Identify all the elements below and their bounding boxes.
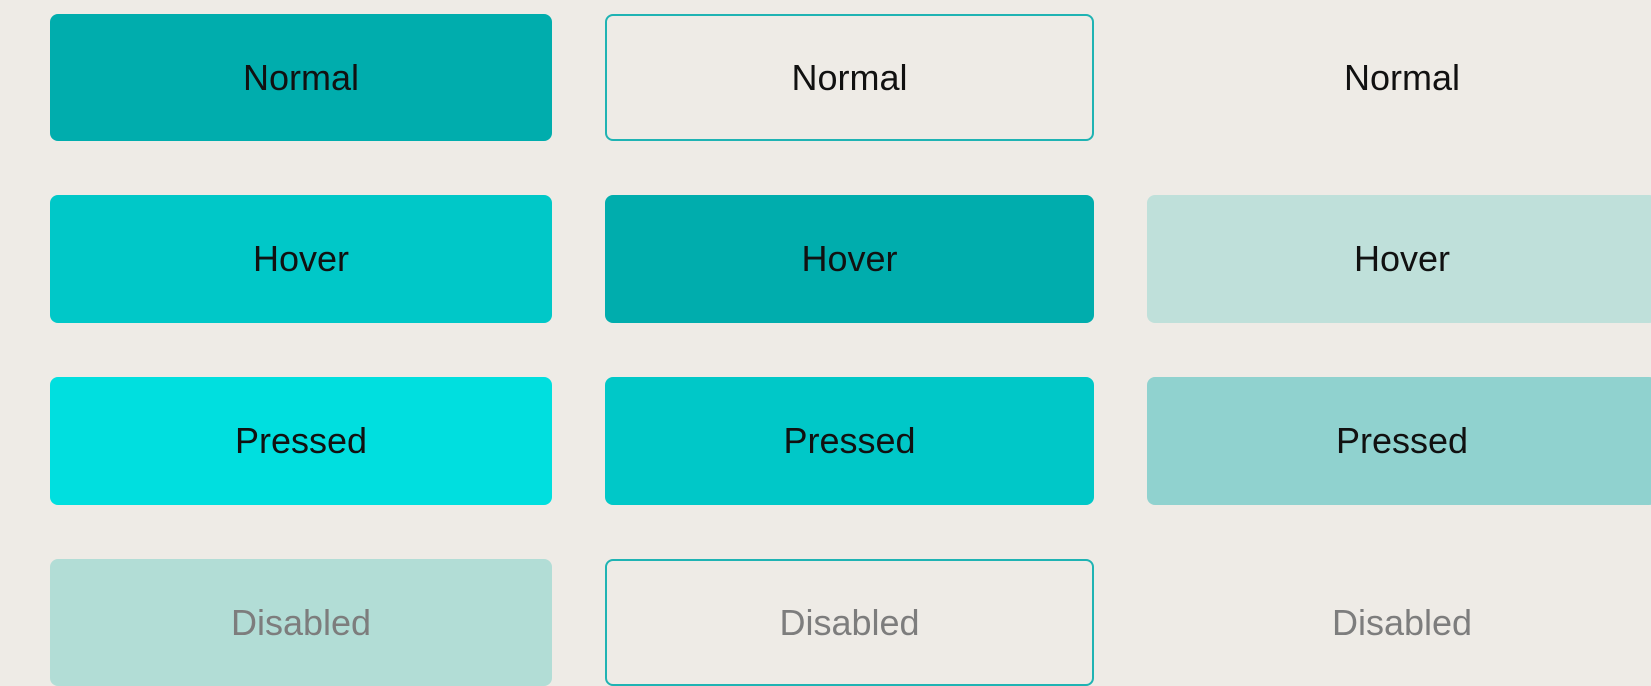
filled-hover-button[interactable]: Hover	[50, 195, 552, 323]
outlined-hover-button[interactable]: Hover	[605, 195, 1094, 323]
text-disabled-button[interactable]: Disabled	[1147, 559, 1651, 686]
button-label: Normal	[791, 56, 908, 98]
button-label: Pressed	[234, 420, 368, 461]
button-label: Disabled	[1331, 601, 1473, 643]
button-label: Hover	[252, 238, 350, 279]
button-label: Disabled	[230, 601, 372, 643]
button-label: Normal	[242, 56, 359, 98]
text-hover-button[interactable]: Hover	[1147, 195, 1651, 323]
button-label: Hover	[1353, 238, 1451, 279]
filled-pressed-button[interactable]: Pressed	[50, 377, 552, 505]
text-pressed-button[interactable]: Pressed	[1147, 377, 1651, 505]
button-label: Normal	[1343, 56, 1460, 98]
button-label: Disabled	[779, 601, 920, 643]
button-label: Hover	[801, 238, 898, 279]
button-label: Pressed	[1335, 420, 1469, 461]
outlined-normal-button[interactable]: Normal	[605, 14, 1094, 141]
text-normal-button[interactable]: Normal	[1147, 14, 1651, 141]
outlined-pressed-button[interactable]: Pressed	[605, 377, 1094, 505]
button-label: Pressed	[783, 420, 916, 461]
outlined-disabled-button[interactable]: Disabled	[605, 559, 1094, 686]
filled-normal-button[interactable]: Normal	[50, 14, 552, 141]
filled-disabled-button[interactable]: Disabled	[50, 559, 552, 686]
